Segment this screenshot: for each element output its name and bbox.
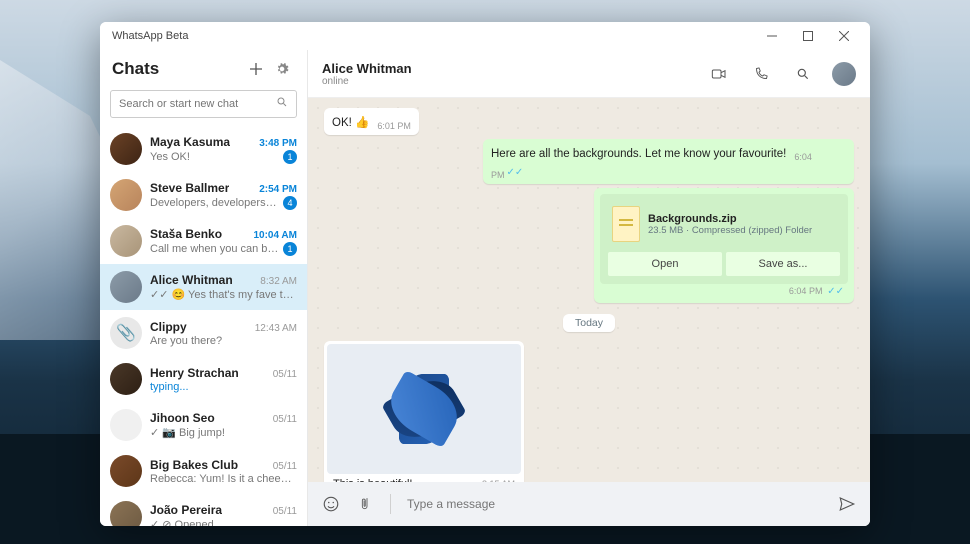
attach-button[interactable] [354, 491, 380, 517]
chat-name: Steve Ballmer [150, 181, 229, 195]
profile-avatar[interactable] [832, 62, 856, 86]
maximize-button[interactable] [790, 24, 826, 48]
search-in-chat-button[interactable] [790, 61, 816, 87]
app-window: WhatsApp Beta Chats Maya Kasuma 3:48 PM Ye… [100, 22, 870, 526]
attachment-filename: Backgrounds.zip [648, 213, 812, 225]
chat-preview: Developers, developers, develo... [150, 197, 279, 209]
chat-item-stasa[interactable]: Staša Benko 10:04 AM Call me when you can … [100, 218, 307, 264]
chat-preview: ✓✓ 😊 Yes that's my fave too! [150, 288, 297, 301]
search-icon [276, 95, 288, 113]
avatar: 📎 [110, 317, 142, 349]
conversation-pane: Alice Whitman online OK! 👍6:01 PM Here a… [308, 50, 870, 526]
chat-item-henry[interactable]: Henry Strachan 05/11 typing... [100, 356, 307, 402]
chat-name: Jihoon Seo [150, 411, 215, 425]
zip-file-icon [612, 206, 640, 242]
chat-preview: ✓ ⊘ Opened [150, 518, 214, 526]
contact-status: online [322, 76, 706, 87]
image-thumbnail[interactable] [327, 344, 521, 474]
avatar [110, 455, 142, 487]
chat-item-clippy[interactable]: 📎 Clippy 12:43 AM Are you there? [100, 310, 307, 356]
avatar [110, 133, 142, 165]
window-title: WhatsApp Beta [108, 30, 188, 42]
avatar [110, 271, 142, 303]
unread-badge: 1 [283, 150, 297, 164]
chat-preview: Rebecca: Yum! Is it a cheesecake? [150, 473, 297, 485]
chat-name: Staša Benko [150, 227, 222, 241]
avatar [110, 363, 142, 395]
send-button[interactable] [834, 491, 860, 517]
day-divider: Today [324, 313, 854, 331]
contact-name: Alice Whitman [322, 61, 706, 76]
chat-time: 05/11 [273, 506, 297, 517]
chat-list: Maya Kasuma 3:48 PM Yes OK! 1 Steve Ballmer… [100, 126, 307, 526]
message-incoming[interactable]: OK! 👍6:01 PM [324, 108, 419, 135]
sidebar: Chats Maya Kasuma 3:48 PM Yes OK! 1 Steve B… [100, 50, 308, 526]
chat-item-jihoon[interactable]: Jihoon Seo 05/11 ✓ 📷 Big jump! [100, 402, 307, 448]
chat-time: 05/11 [273, 461, 297, 472]
chat-item-maya[interactable]: Maya Kasuma 3:48 PM Yes OK! 1 [100, 126, 307, 172]
minimize-button[interactable] [754, 24, 790, 48]
chat-preview: Are you there? [150, 335, 222, 347]
read-ticks-icon: ✓✓ [824, 286, 844, 297]
chat-item-steve[interactable]: Steve Ballmer 2:54 PM Developers, develope… [100, 172, 307, 218]
unread-badge: 1 [283, 242, 297, 256]
chat-name: Clippy [150, 320, 187, 334]
message-outgoing[interactable]: Here are all the backgrounds. Let me kno… [483, 139, 854, 184]
chat-preview: Call me when you can because... [150, 243, 279, 255]
chat-preview: ✓ 📷 Big jump! [150, 426, 225, 439]
chat-item-alice[interactable]: Alice Whitman 8:32 AM✓✓ 😊 Yes that's my f… [100, 264, 307, 310]
chat-time: 2:54 PM [259, 184, 297, 195]
search-input[interactable] [119, 98, 276, 110]
video-call-button[interactable] [706, 61, 732, 87]
avatar [110, 179, 142, 211]
chat-item-bigbakes[interactable]: Big Bakes Club 05/11Rebecca: Yum! Is it a… [100, 448, 307, 494]
chat-preview: Yes OK! [150, 151, 190, 163]
close-button[interactable] [826, 24, 862, 48]
chat-time: 12:43 AM [255, 323, 297, 334]
attachment-meta: 23.5 MB · Compressed (zipped) Folder [648, 225, 812, 236]
emoji-button[interactable] [318, 491, 344, 517]
image-caption: This is beautiful! [333, 478, 412, 482]
image-message[interactable]: This is beautiful!8:15 AM [324, 341, 524, 482]
chat-time: 05/11 [273, 369, 297, 380]
unread-badge: 4 [283, 196, 297, 210]
open-attachment-button[interactable]: Open [608, 252, 722, 276]
chat-name: Alice Whitman [150, 273, 233, 287]
avatar [110, 501, 142, 526]
sidebar-title: Chats [112, 59, 243, 79]
chat-item-joao[interactable]: João Pereira 05/11 ✓ ⊘ Opened [100, 494, 307, 526]
message-input-bar [308, 482, 870, 526]
chat-time: 05/11 [273, 414, 297, 425]
chat-name: Maya Kasuma [150, 135, 230, 149]
new-chat-button[interactable] [243, 56, 269, 82]
chat-name: Big Bakes Club [150, 458, 238, 472]
titlebar: WhatsApp Beta [100, 22, 870, 50]
read-ticks-icon: ✓✓ [507, 167, 524, 178]
avatar [110, 409, 142, 441]
save-attachment-button[interactable]: Save as... [726, 252, 840, 276]
chat-time: 8:32 AM [260, 276, 297, 287]
conversation-header: Alice Whitman online [308, 50, 870, 98]
chat-time: 10:04 AM [253, 230, 297, 241]
voice-call-button[interactable] [748, 61, 774, 87]
chat-name: Henry Strachan [150, 366, 239, 380]
search-box[interactable] [110, 90, 297, 118]
chat-name: João Pereira [150, 503, 222, 517]
chat-time: 3:48 PM [259, 138, 297, 149]
message-input[interactable] [401, 491, 824, 517]
avatar [110, 225, 142, 257]
message-list: OK! 👍6:01 PM Here are all the background… [308, 98, 870, 482]
settings-button[interactable] [269, 56, 295, 82]
attachment-message[interactable]: Backgrounds.zip 23.5 MB · Compressed (zi… [594, 188, 854, 303]
chat-preview: typing... [150, 381, 189, 393]
